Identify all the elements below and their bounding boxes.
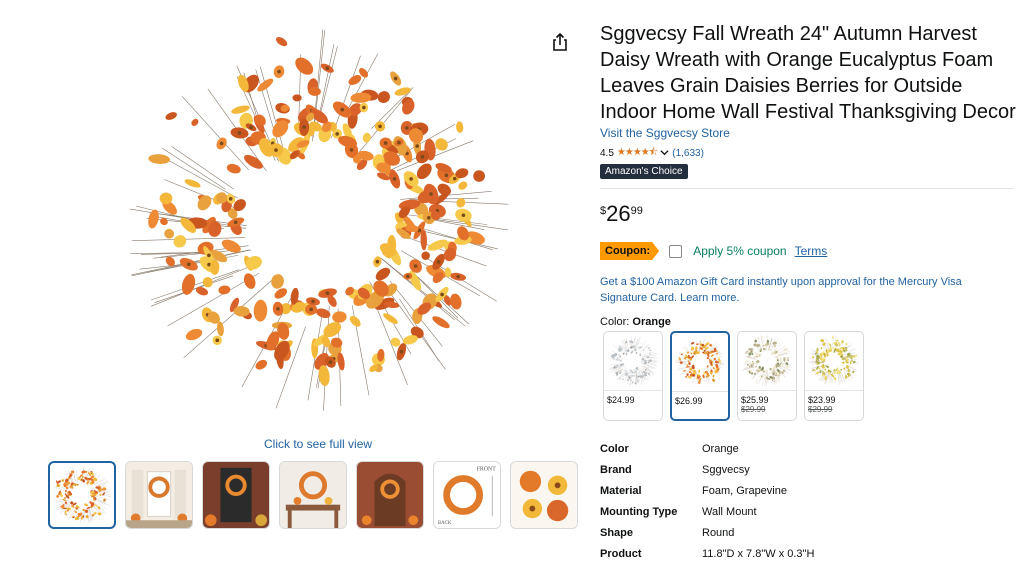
coupon-text[interactable]: Apply 5% coupon bbox=[693, 244, 786, 258]
color-label: Color: Orange bbox=[600, 316, 671, 328]
thumbnail-wreath[interactable] bbox=[48, 461, 116, 529]
thumbnail-dimension-diagram[interactable]: FRONT BACK bbox=[433, 461, 501, 529]
spec-value: Wall Mount bbox=[702, 501, 814, 522]
star-rating-icon[interactable]: ★★★★⯪ bbox=[617, 145, 657, 162]
amazons-choice-badge: Amazon's Choice bbox=[600, 164, 688, 179]
chevron-down-icon[interactable] bbox=[660, 148, 669, 160]
thumbnail-closeup[interactable] bbox=[510, 461, 578, 529]
thumbnail-strip: FRONT BACK bbox=[48, 461, 578, 529]
rating-count-link[interactable]: (1,633) bbox=[672, 148, 704, 159]
wreath-image bbox=[104, 18, 534, 428]
color-label-text: Color: bbox=[600, 316, 629, 328]
product-title: Sggvecsy Fall Wreath 24" Autumn Harvest … bbox=[600, 21, 1020, 125]
swatch-old-price: $29.99 bbox=[738, 405, 796, 414]
color-selected-value: Orange bbox=[632, 316, 671, 328]
rating-value: 4.5 bbox=[600, 148, 614, 159]
coupon-checkbox[interactable] bbox=[669, 245, 682, 258]
spec-row: BrandSggvecsy bbox=[600, 459, 814, 480]
spec-key: Shape bbox=[600, 522, 702, 543]
swatch-white[interactable]: $24.99 bbox=[603, 331, 663, 421]
thumbnail-porch-scene[interactable] bbox=[125, 461, 193, 529]
spec-row: ShapeRound bbox=[600, 522, 814, 543]
spec-key: Material bbox=[600, 480, 702, 501]
share-icon[interactable] bbox=[550, 32, 570, 52]
price-whole: 26 bbox=[606, 202, 630, 226]
spec-row: Mounting TypeWall Mount bbox=[600, 501, 814, 522]
swatch-cream[interactable]: $25.99 $29.99 bbox=[737, 331, 797, 421]
thumbnail-brick-door[interactable] bbox=[356, 461, 424, 529]
swatch-price: $25.99 bbox=[738, 391, 796, 405]
full-view-link[interactable]: Click to see full view bbox=[264, 437, 372, 451]
rating-row: 4.5 ★★★★⯪ (1,633) bbox=[600, 145, 704, 162]
color-swatches: $24.99 $26.99 $25.99 $29.99 $23.99 $29.9… bbox=[603, 331, 864, 421]
spec-key: Color bbox=[600, 438, 702, 459]
main-product-image[interactable] bbox=[104, 18, 534, 428]
spec-key: Mounting Type bbox=[600, 501, 702, 522]
swatch-yellow[interactable]: $23.99 $29.99 bbox=[804, 331, 864, 421]
diagram-front-label: FRONT bbox=[477, 467, 497, 473]
spec-value: Round bbox=[702, 522, 814, 543]
divider bbox=[600, 188, 1014, 189]
spec-row: MaterialFoam, Grapevine bbox=[600, 480, 814, 501]
price: $ 26 99 bbox=[600, 202, 643, 226]
spec-row: ColorOrange bbox=[600, 438, 814, 459]
spec-value: Foam, Grapevine bbox=[702, 480, 814, 501]
coupon-row: Coupon: Apply 5% coupon Terms bbox=[600, 242, 827, 260]
spec-value: Sggvecsy bbox=[702, 459, 814, 480]
swatch-price: $26.99 bbox=[672, 392, 728, 406]
price-fraction: 99 bbox=[631, 205, 643, 217]
spec-key: Brand bbox=[600, 459, 702, 480]
swatch-price: $24.99 bbox=[604, 391, 662, 405]
coupon-tag: Coupon: bbox=[600, 242, 659, 260]
credit-card-promo-link[interactable]: Get a $100 Amazon Gift Card instantly up… bbox=[600, 274, 1000, 306]
swatch-old-price: $29.99 bbox=[805, 405, 863, 414]
swatch-price: $23.99 bbox=[805, 391, 863, 405]
product-specs-table: ColorOrange BrandSggvecsy MaterialFoam, … bbox=[600, 438, 814, 564]
thumbnail-wall-scene[interactable] bbox=[279, 461, 347, 529]
thumbnail-dark-door[interactable] bbox=[202, 461, 270, 529]
swatch-orange[interactable]: $26.99 bbox=[670, 331, 730, 421]
spec-value: Orange bbox=[702, 438, 814, 459]
store-link[interactable]: Visit the Sggvecsy Store bbox=[600, 126, 730, 140]
coupon-terms-link[interactable]: Terms bbox=[795, 244, 828, 258]
diagram-back-label: BACK bbox=[438, 521, 452, 526]
